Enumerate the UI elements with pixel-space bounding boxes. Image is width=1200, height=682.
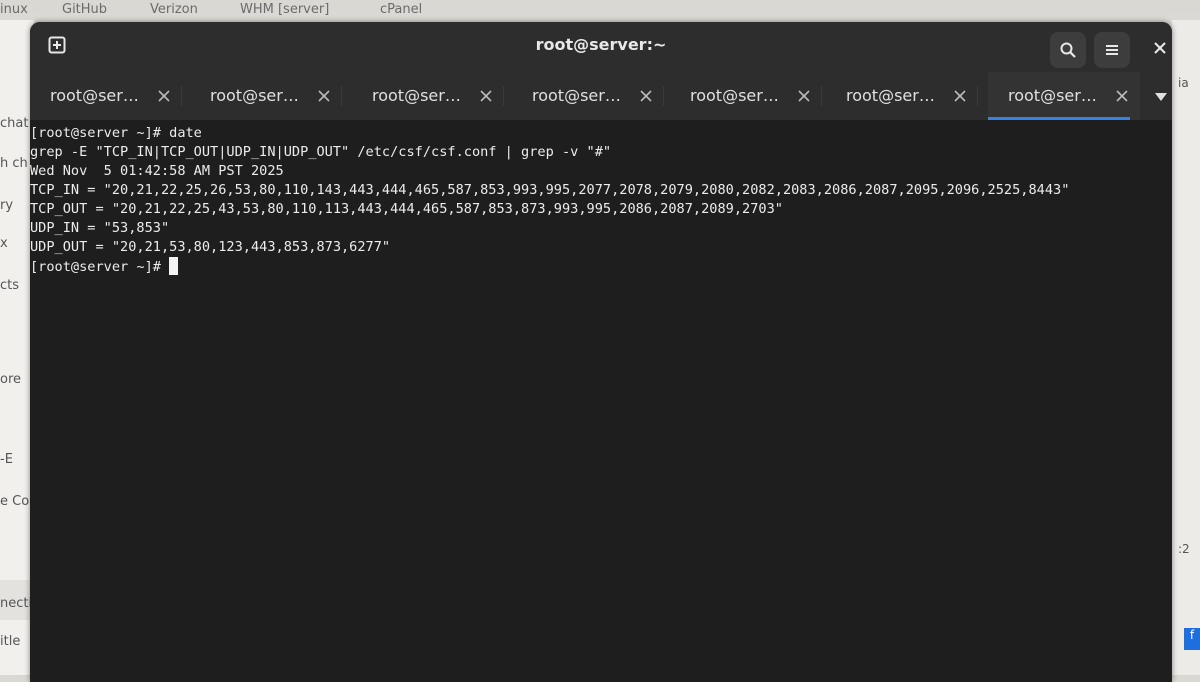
tab-label: root@ser… — [1008, 86, 1097, 105]
terminal-tab[interactable]: root@ser… — [512, 72, 664, 120]
bookmark-item: WHM [server] — [240, 2, 330, 17]
tab-bar: root@ser… root@ser… root@ser… root@ser… … — [30, 72, 1172, 120]
search-button[interactable] — [1050, 32, 1086, 68]
tab-label: root@ser… — [532, 86, 621, 105]
terminal-tab[interactable]: root@ser… — [670, 72, 822, 120]
tab-label: root@ser… — [372, 86, 461, 105]
terminal-window: root@server:~ root@ser… root@ser… root@s… — [30, 22, 1172, 682]
text-cursor — [169, 257, 179, 275]
tab-label: root@ser… — [690, 86, 779, 105]
bookmark-item: inux — [0, 2, 28, 17]
tab-close-icon[interactable] — [1116, 90, 1128, 102]
tab-close-icon[interactable] — [798, 90, 810, 102]
background-text: x — [0, 236, 8, 251]
tab-label: root@ser… — [50, 86, 139, 105]
close-icon — [1154, 42, 1166, 54]
background-text: e Cop — [0, 494, 34, 509]
menu-button[interactable] — [1094, 32, 1130, 68]
background-text: -E — [0, 452, 13, 467]
search-icon — [1060, 42, 1076, 58]
tab-close-icon[interactable] — [640, 90, 652, 102]
background-text: cts — [0, 278, 20, 293]
hamburger-menu-icon — [1106, 45, 1118, 55]
tab-label: root@ser… — [846, 86, 935, 105]
background-text: chat — [0, 116, 29, 131]
title-bar: root@server:~ — [30, 22, 1172, 72]
background-text: necti — [0, 596, 33, 611]
background-text: :2 — [1178, 542, 1190, 556]
terminal-line: Wed Nov 5 01:42:58 AM PST 2025 — [30, 163, 284, 179]
tab-close-icon[interactable] — [318, 90, 330, 102]
background-text: itle — [0, 634, 21, 649]
new-tab-icon — [48, 36, 66, 54]
bookmark-item: Verizon — [150, 2, 198, 17]
tab-close-icon[interactable] — [480, 90, 492, 102]
terminal-prompt-line: [root@server ~]# — [30, 257, 179, 277]
background-bookmarks-bar: inux GitHub Verizon WHM [server] cPanel — [0, 0, 1200, 20]
terminal-tab-active[interactable]: root@ser… — [988, 72, 1140, 120]
close-window-button[interactable] — [1148, 36, 1172, 60]
tab-list-dropdown-icon[interactable] — [1154, 92, 1168, 102]
tab-close-icon[interactable] — [954, 90, 966, 102]
background-text: h ch — [0, 156, 28, 171]
terminal-output[interactable]: [root@server ~]# date grep -E "TCP_IN|TC… — [30, 120, 1172, 682]
bookmark-item: GitHub — [62, 2, 108, 17]
bookmark-item: cPanel — [380, 2, 423, 17]
window-title: root@server:~ — [535, 35, 667, 54]
background-sidebar: chat h ch ry x cts ore -E e Cop necti it… — [0, 20, 34, 675]
background-text: ry — [0, 198, 14, 213]
new-tab-button[interactable] — [42, 30, 72, 60]
tab-label: root@ser… — [210, 86, 299, 105]
terminal-line: UDP_OUT = "20,21,53,80,123,443,853,873,6… — [30, 239, 391, 255]
background-text: ia — [1178, 76, 1189, 90]
terminal-tab[interactable]: root@ser… — [352, 72, 504, 120]
shell-prompt: [root@server ~]# — [30, 259, 170, 275]
terminal-line: TCP_OUT = "20,21,22,25,43,53,80,110,113,… — [30, 201, 783, 217]
terminal-line: [root@server ~]# date — [30, 125, 202, 141]
terminal-line: grep -E "TCP_IN|TCP_OUT|UDP_IN|UDP_OUT" … — [30, 144, 612, 160]
terminal-tab[interactable]: root@ser… — [30, 72, 182, 120]
terminal-tab[interactable]: root@ser… — [826, 72, 978, 120]
background-right-panel: ia :2 f — [1172, 20, 1200, 675]
terminal-tab[interactable]: root@ser… — [190, 72, 342, 120]
tab-close-icon[interactable] — [158, 90, 170, 102]
background-text: ore — [0, 372, 22, 387]
facebook-icon: f — [1184, 628, 1200, 650]
terminal-line: UDP_IN = "53,853" — [30, 220, 170, 236]
terminal-line: TCP_IN = "20,21,22,25,26,53,80,110,143,4… — [30, 182, 1070, 198]
